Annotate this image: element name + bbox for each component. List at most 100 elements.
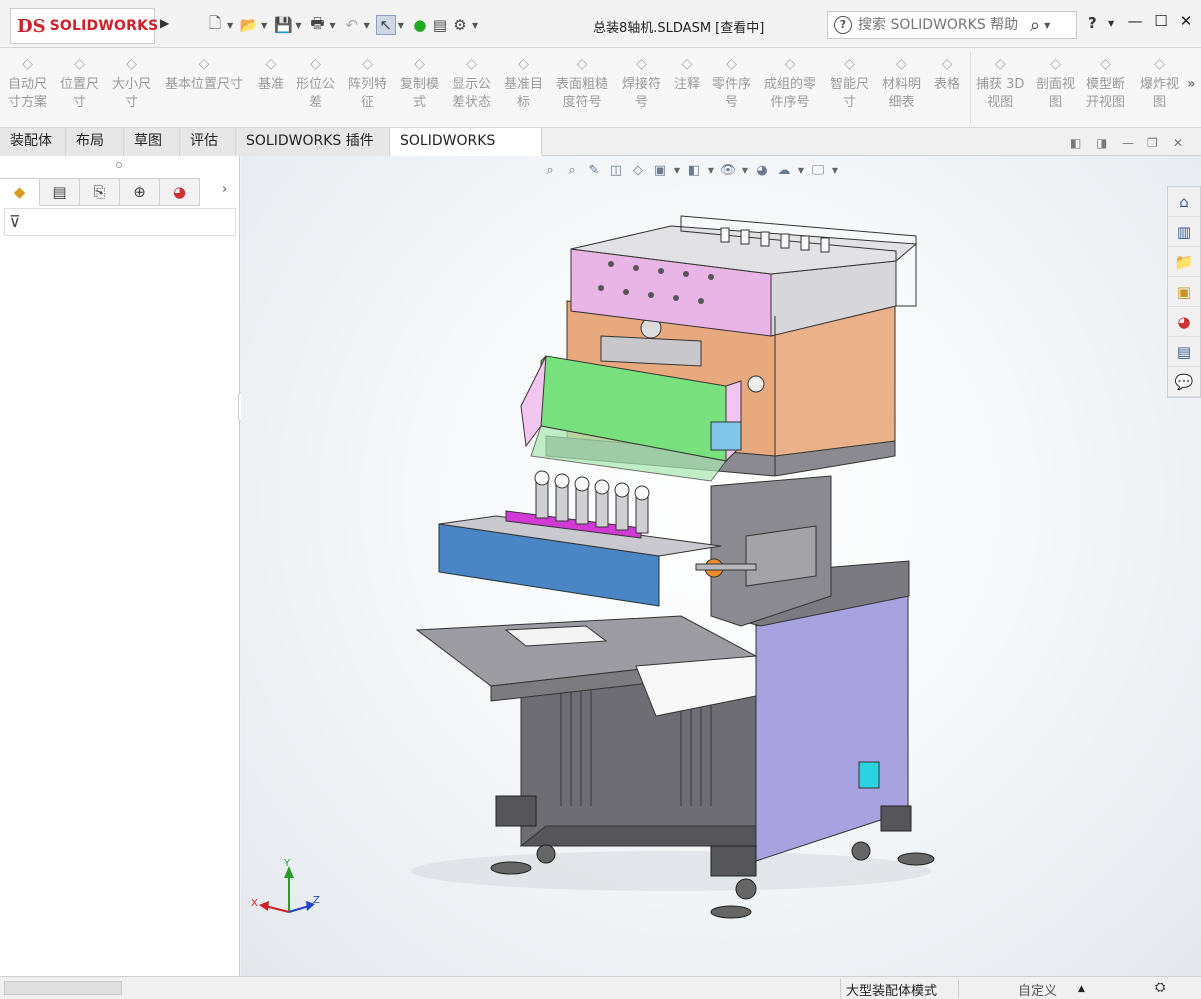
select-arrow-icon[interactable]: ↖ bbox=[375, 15, 396, 35]
assembly-model[interactable] bbox=[241, 156, 1201, 976]
command-tabs: 装配体 布局 草图 评估 SOLIDWORKS 插件 SOLIDWORKS MB… bbox=[0, 128, 1201, 176]
forum-icon[interactable]: 💬 bbox=[1168, 367, 1200, 397]
configuration-manager-icon[interactable]: ⎘ bbox=[80, 178, 120, 206]
filter-icon[interactable]: ⊽ bbox=[9, 212, 21, 231]
ribbon-button-label: 基本位置尺寸 bbox=[165, 77, 244, 92]
ribbon-button-size-dimension[interactable]: ◇ 大小尺 寸 bbox=[112, 54, 151, 112]
property-manager-icon[interactable]: ▤ bbox=[40, 178, 80, 206]
horizontal-scrollbar[interactable] bbox=[4, 981, 122, 995]
options-gear-icon[interactable]: ⚙ bbox=[450, 15, 470, 35]
options-dropdown-icon[interactable]: ▼ bbox=[472, 21, 478, 30]
ribbon-button-label: 基准 bbox=[258, 77, 285, 92]
units-custom-status[interactable]: 自定义 bbox=[1018, 980, 1057, 999]
rebuild-traffic-light-icon[interactable]: ● bbox=[410, 15, 430, 35]
tile-right-icon[interactable]: ◨ bbox=[1096, 136, 1107, 150]
ribbon-button-show-tolerance-status[interactable]: ◇ 显示公 差状态 bbox=[452, 54, 491, 112]
tab-solidworks-mbd[interactable]: SOLIDWORKS MBD bbox=[390, 128, 542, 176]
help-button[interactable]: ? bbox=[1088, 14, 1097, 32]
ribbon-button-section-view[interactable]: ◇ 剖面视 图 bbox=[1036, 54, 1075, 112]
ribbon-button-label: 注释 bbox=[674, 77, 701, 92]
ribbon-button-note[interactable]: ◇ 注释 bbox=[674, 54, 700, 94]
graphics-area[interactable]: ⌕ ⌕ ✎ ◫ ◇ ▣ ▼ ◧ ▼ 👁 ▼ ◕ ☁ ▼ 🖵 ▼ Y X Z ⌂ … bbox=[241, 156, 1201, 976]
print-icon[interactable]: 🖶 bbox=[307, 14, 327, 35]
ribbon-button-exploded-view[interactable]: ◇ 爆炸视 图 bbox=[1140, 54, 1179, 112]
logo-text: SOLIDWORKS bbox=[49, 18, 159, 34]
tab-assembly[interactable]: 装配体 bbox=[0, 128, 66, 156]
design-library-icon[interactable]: ▥ bbox=[1168, 217, 1200, 247]
ribbon-button-label: 材料明 细表 bbox=[882, 77, 922, 110]
ribbon-button-balloon[interactable]: ◇ 零件序 号 bbox=[712, 54, 751, 112]
doc-restore-icon[interactable]: ❐ bbox=[1147, 136, 1158, 150]
open-icon[interactable]: 📂 bbox=[239, 15, 259, 35]
undo-dropdown-icon[interactable]: ▼ bbox=[364, 21, 370, 30]
triad-z-label: Z bbox=[313, 895, 320, 906]
doc-minimize-icon[interactable]: — bbox=[1122, 136, 1134, 150]
ribbon-button-datum-target[interactable]: ◇ 基准目 标 bbox=[504, 54, 543, 112]
search-dropdown-icon[interactable]: ▼ bbox=[1044, 21, 1050, 30]
panel-scroll-right-icon[interactable]: › bbox=[222, 182, 227, 197]
search-input[interactable] bbox=[858, 17, 1028, 33]
datum-icon: ◇ bbox=[265, 56, 277, 72]
pattern-feature-icon: ◇ bbox=[362, 56, 373, 72]
save-icon[interactable]: 💾 bbox=[273, 15, 293, 35]
custom-properties-icon[interactable]: ▤ bbox=[1168, 337, 1200, 367]
ribbon-button-label: 基准目 标 bbox=[504, 77, 544, 110]
appearances-icon[interactable]: ◕ bbox=[1168, 307, 1200, 337]
ribbon-button-copy-scheme[interactable]: ◇ 复制模 式 bbox=[400, 54, 439, 112]
tab-solidworks-addins[interactable]: SOLIDWORKS 插件 bbox=[236, 128, 390, 156]
ribbon-button-auto-dimension[interactable]: ◇ 自动尺 寸方案 bbox=[8, 54, 47, 112]
size-dimension-icon: ◇ bbox=[126, 56, 137, 72]
home-icon[interactable]: ⌂ bbox=[1168, 187, 1200, 217]
tab-sketch[interactable]: 草图 bbox=[124, 128, 180, 156]
ribbon-button-table[interactable]: ◇ 表格 bbox=[934, 54, 960, 94]
units-dropdown-icon[interactable]: ▲ bbox=[1078, 984, 1085, 994]
triad-y-label: Y bbox=[283, 858, 291, 869]
rebuild-status-icon[interactable]: ⛭ bbox=[1155, 980, 1165, 995]
ribbon-button-smart-dimension[interactable]: ◇ 智能尺 寸 bbox=[830, 54, 869, 112]
panel-grip-dot[interactable] bbox=[116, 162, 122, 168]
ribbon-button-bom[interactable]: ◇ 材料明 细表 bbox=[882, 54, 921, 112]
ribbon-button-basic-location-dimension[interactable]: ◇ 基本位置尺寸 bbox=[165, 54, 243, 94]
save-dropdown-icon[interactable]: ▼ bbox=[295, 21, 301, 30]
tile-left-icon[interactable]: ◧ bbox=[1070, 136, 1081, 150]
feature-manager-tree-icon[interactable]: ◆ bbox=[0, 178, 40, 206]
section-view-icon: ◇ bbox=[1050, 56, 1061, 72]
view-palette-icon[interactable]: ▣ bbox=[1168, 277, 1200, 307]
help-dropdown-icon[interactable]: ▼ bbox=[1108, 19, 1114, 28]
new-dropdown-icon[interactable]: ▼ bbox=[227, 21, 233, 30]
ribbon-button-label: 智能尺 寸 bbox=[830, 77, 870, 110]
command-manager-ribbon: » ◇ 自动尺 寸方案 ◇ 位置尺 寸 ◇ 大小尺 寸 ◇ 基本位置尺寸 ◇ 基准 ◇ 形位公 差 ◇ 阵… bbox=[0, 48, 1201, 128]
file-properties-icon[interactable]: ▤ bbox=[430, 15, 450, 35]
select-dropdown-icon[interactable]: ▼ bbox=[398, 21, 404, 30]
ribbon-button-capture-3d-view[interactable]: ◇ 捕获 3D 视图 bbox=[976, 54, 1024, 112]
ribbon-button-stacked-balloon[interactable]: ◇ 成组的零 件序号 bbox=[764, 54, 816, 112]
search-icon[interactable]: ⌕ bbox=[1030, 15, 1040, 36]
ribbon-button-pattern-feature[interactable]: ◇ 阵列特 征 bbox=[348, 54, 387, 112]
maximize-icon[interactable]: ☐ bbox=[1151, 12, 1171, 32]
help-search-box[interactable]: ? ⌕ ▼ bbox=[827, 11, 1077, 39]
minimize-icon[interactable]: — bbox=[1125, 12, 1145, 32]
ribbon-button-weld-symbol[interactable]: ◇ 焊接符 号 bbox=[622, 54, 661, 112]
status-separator bbox=[958, 979, 959, 998]
solidworks-logo[interactable]: DS SOLIDWORKS bbox=[10, 8, 158, 44]
menu-expand-icon[interactable]: ▶ bbox=[160, 16, 169, 30]
display-manager-icon[interactable]: ◕ bbox=[160, 178, 200, 206]
open-dropdown-icon[interactable]: ▼ bbox=[261, 21, 267, 30]
ribbon-button-model-break-view[interactable]: ◇ 模型断 开视图 bbox=[1086, 54, 1125, 112]
ribbon-button-geometric-tolerance[interactable]: ◇ 形位公 差 bbox=[296, 54, 335, 112]
tree-filter[interactable]: ⊽ bbox=[4, 208, 236, 236]
tab-layout[interactable]: 布局 bbox=[66, 128, 124, 156]
new-document-icon[interactable]: 🗋 bbox=[205, 14, 225, 35]
tab-evaluate[interactable]: 评估 bbox=[180, 128, 236, 156]
ribbon-button-location-dimension[interactable]: ◇ 位置尺 寸 bbox=[60, 54, 99, 112]
ribbon-button-surface-finish[interactable]: ◇ 表面粗糙 度符号 bbox=[556, 54, 608, 112]
doc-close-icon[interactable]: ✕ bbox=[1173, 136, 1183, 150]
print-dropdown-icon[interactable]: ▼ bbox=[329, 21, 335, 30]
file-explorer-icon[interactable]: 📁 bbox=[1168, 247, 1200, 277]
close-icon[interactable]: ✕ bbox=[1176, 12, 1196, 32]
dimxpert-manager-icon[interactable]: ⊕ bbox=[120, 178, 160, 206]
ribbon-button-datum[interactable]: ◇ 基准 bbox=[258, 54, 284, 94]
ribbon-more-icon[interactable]: » bbox=[1187, 76, 1196, 92]
undo-icon[interactable]: ↶ bbox=[342, 15, 362, 35]
document-title: 总装8轴机.SLDASM [查看中] bbox=[593, 21, 765, 36]
